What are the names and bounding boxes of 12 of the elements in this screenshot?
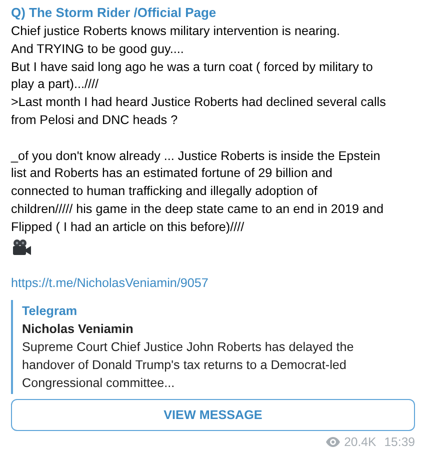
message-text: Chief justice Roberts knows military intervention is nearing. And TRYING to be good guy.... But I have said long ago he was a turn coat ( forced by military to play a part)...//// >Last month I had heard Justice Roberts had declined several calls from Pelosi and DNC heads ? (11, 23, 387, 129)
preview-title: Nicholas Veniamin (22, 320, 134, 338)
message-time: 15:39 (384, 434, 415, 449)
channel-name[interactable]: Q) The Storm Rider /Official Page (11, 3, 415, 23)
preview-description: Supreme Court Chief Justice John Roberts has delayed the handover of Donald Trump's tax returns to a Democrat-led Congressional committee... (22, 338, 355, 392)
message-link[interactable]: https://t.me/NicholasVeniamin/9057 (11, 274, 208, 292)
message-text: _of you don't know already ... Justice Roberts is inside the Epstein list and Roberts has an estimated fortune of 29 billion and connected to human trafficking and illegally adoption of children///// his game in the deep state came to an end in 2019 and Flipped ( I had an article on this before)//// (11, 148, 384, 236)
preview-site-name: Telegram (22, 302, 78, 320)
view-message-button[interactable]: VIEW MESSAGE (11, 398, 415, 431)
eye-icon (326, 436, 340, 447)
view-count: 20.4K (344, 434, 376, 449)
movie-camera-icon (12, 238, 32, 256)
